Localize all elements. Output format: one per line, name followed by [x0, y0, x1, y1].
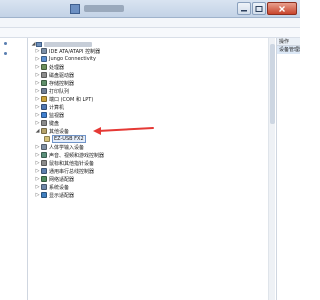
- scrollbar-thumb[interactable]: [270, 44, 275, 124]
- tree-item-network[interactable]: ▷ 网络适配器: [35, 175, 74, 183]
- device-tree-pane[interactable]: ◢ ▷ IDE ATA/ATAPI 控制器 ▷ Jungo Connectivi…: [29, 38, 275, 300]
- actions-pane: 操作 设备管理器: [276, 38, 300, 300]
- computer-name-redacted: [44, 41, 92, 47]
- tree-item-ide[interactable]: ▷ IDE ATA/ATAPI 控制器: [35, 47, 100, 55]
- tree-item-usb-controller[interactable]: ▷ 通用串行总线控制器: [35, 167, 94, 175]
- tree-item-ports[interactable]: ▷ 端口 (COM 和 LPT): [35, 95, 93, 103]
- tree-node-bullet-icon: [4, 52, 7, 55]
- title-bar: [0, 0, 300, 18]
- tree-item-storage[interactable]: ▷ 存储控制器: [35, 79, 74, 87]
- keyboard-icon: [41, 120, 47, 126]
- usb-controller-icon: [41, 168, 47, 174]
- disk-drive-icon: [41, 72, 47, 78]
- maximize-icon: [255, 5, 263, 12]
- console-tree-pane[interactable]: [0, 38, 28, 300]
- tree-item-hid[interactable]: ▷ 人体学输入设备: [35, 143, 84, 151]
- minimize-icon: [241, 9, 247, 11]
- tree-item-system[interactable]: ▷ 系统设备: [35, 183, 69, 191]
- actions-selected-item[interactable]: 设备管理器: [277, 46, 300, 54]
- hid-icon: [41, 144, 47, 150]
- printer-icon: [41, 88, 47, 94]
- tree-item-jungo[interactable]: ▷ Jungo Connectivity: [35, 55, 96, 63]
- tree-item-other-devices[interactable]: ◢ 其他设备: [35, 127, 69, 135]
- toolbar: [0, 28, 300, 38]
- computer-icon: [41, 104, 47, 110]
- mouse-icon: [41, 160, 47, 166]
- sound-icon: [41, 152, 47, 158]
- tree-item-computer[interactable]: ▷ 计算机: [35, 103, 64, 111]
- display-adapter-icon: [41, 192, 47, 198]
- tree-item-sound[interactable]: ▷ 声音、视频和游戏控制器: [35, 151, 104, 159]
- tree-item-ez-usb-fx2[interactable]: EZ-USB FX2: [43, 135, 86, 143]
- tree-item-mouse[interactable]: ▷ 鼠标和其他指针设备: [35, 159, 94, 167]
- ide-controller-icon: [41, 48, 47, 54]
- close-button[interactable]: [267, 2, 297, 15]
- usb-connectivity-icon: [41, 56, 47, 62]
- tree-node-bullet-icon: [4, 42, 7, 45]
- network-adapter-icon: [41, 176, 47, 182]
- menu-bar: [0, 18, 300, 28]
- tree-item-monitor[interactable]: ▷ 监视器: [35, 111, 64, 119]
- system-device-icon: [41, 184, 47, 190]
- tree-item-print-queue[interactable]: ▷ 打印队列: [35, 87, 69, 95]
- unknown-device-icon: [44, 136, 50, 142]
- computer-management-icon: [70, 4, 80, 14]
- storage-controller-icon: [41, 80, 47, 86]
- tree-item-processor[interactable]: ▷ 处理器: [35, 63, 64, 71]
- maximize-button[interactable]: [252, 2, 266, 15]
- actions-header: 操作: [277, 38, 300, 46]
- port-icon: [41, 96, 47, 102]
- processor-icon: [41, 64, 47, 70]
- close-icon: [279, 5, 285, 12]
- tree-item-disk[interactable]: ▷ 磁盘驱动器: [35, 71, 74, 79]
- computer-icon: [36, 41, 42, 47]
- minimize-button[interactable]: [237, 2, 251, 15]
- window-title-redacted: [84, 5, 124, 12]
- vertical-scrollbar[interactable]: [268, 38, 275, 300]
- tree-item-keyboard[interactable]: ▷ 键盘: [35, 119, 59, 127]
- tree-item-display[interactable]: ▷ 显示适配器: [35, 191, 74, 199]
- other-devices-icon: [41, 128, 47, 134]
- monitor-icon: [41, 112, 47, 118]
